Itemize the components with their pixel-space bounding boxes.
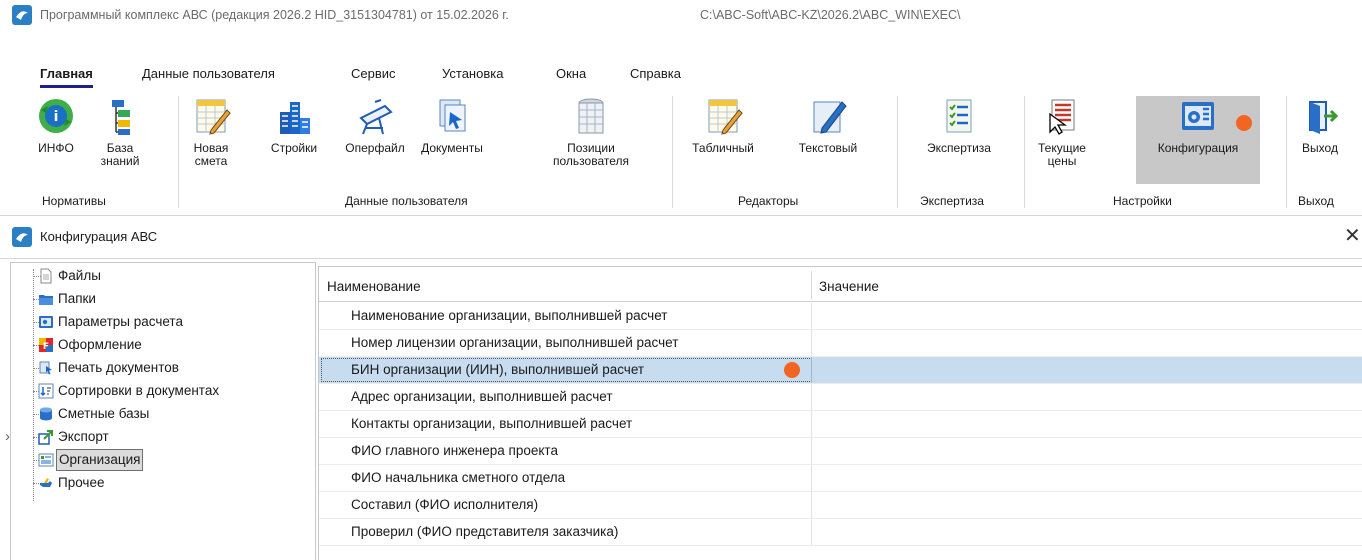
window-path: C:\ABC-Soft\ABC-KZ\2026.2\ABC_WIN\EXEC\	[700, 8, 961, 22]
buildings-icon	[280, 102, 310, 134]
chevron-right-icon[interactable]: ›	[5, 426, 10, 448]
tree-item-folders[interactable]: Папки	[11, 288, 311, 310]
exit-door-icon	[1309, 101, 1339, 134]
table-editor-icon	[708, 99, 743, 135]
table-row[interactable]: Адрес организации, выполнившей расчет	[319, 384, 1362, 411]
group-settings-label: Настройки	[1113, 194, 1172, 208]
group-expertise-label: Экспертиза	[920, 194, 984, 208]
price-list-icon	[1049, 99, 1075, 135]
folder-icon	[39, 295, 53, 305]
ribbon-separator	[897, 96, 898, 208]
info-globe-icon: i	[39, 99, 73, 133]
user-positions-button[interactable]: Позиции пользователя	[540, 96, 642, 168]
ribbon-separator	[1286, 96, 1287, 208]
operfile-button[interactable]: Оперфайл	[344, 96, 406, 155]
grid-header: Наименование Значение	[319, 267, 1362, 302]
buildings-button[interactable]: Стройки	[262, 96, 326, 155]
menu-service[interactable]: Сервис	[351, 62, 396, 86]
table-row[interactable]: Номер лицензии организации, выполнившей …	[319, 330, 1362, 357]
table-editor-button[interactable]: Табличный	[686, 96, 760, 155]
group-normatives-label: Нормативы	[42, 194, 106, 208]
menu-windows[interactable]: Окна	[556, 62, 586, 86]
print-icon	[39, 361, 52, 375]
pointer-hand-icon	[40, 478, 52, 487]
documents-button[interactable]: Документы	[413, 96, 491, 155]
window-title: Программный комплекс АВС (редакция 2026.…	[40, 8, 509, 22]
configuration-window-title: Конфигурация АВС	[40, 229, 158, 244]
table-row-selected[interactable]: БИН организации (ИИН), выполнившей расче…	[319, 357, 1362, 384]
tree-item-estimate-bases[interactable]: Сметные базы	[11, 403, 311, 425]
export-icon	[38, 430, 53, 445]
configuration-icon	[1182, 102, 1214, 130]
menu-user-data[interactable]: Данные пользователя	[142, 62, 275, 86]
column-name-header[interactable]: Наименование	[327, 267, 421, 307]
calculator-icon	[39, 316, 53, 328]
table-row[interactable]: Контакты организации, выполнившей расчет	[319, 411, 1362, 438]
sort-icon	[38, 383, 54, 399]
ribbon-separator	[672, 96, 673, 208]
title-bar: Программный комплекс АВС (редакция 2026.…	[0, 0, 1362, 58]
settings-tree: Файлы Папки Параметры расчета F Оформлен…	[5, 262, 316, 560]
spreadsheet-pencil-icon	[196, 99, 231, 135]
tree-item-export[interactable]: › Экспорт	[5, 426, 311, 448]
table-row[interactable]: Проверил (ФИО представителя заказчика)	[319, 519, 1362, 546]
info-button[interactable]: i ИНФО	[30, 96, 82, 155]
ribbon: i ИНФО База знаний Новая смета Стройки О…	[0, 92, 1362, 210]
group-user-data-label: Данные пользователя	[345, 194, 468, 208]
app-logo-icon	[12, 5, 32, 25]
tree-item-other[interactable]: Прочее	[11, 472, 311, 494]
highlight-marker	[1236, 115, 1252, 131]
current-prices-button[interactable]: Текущие цены	[1030, 96, 1094, 168]
svg-text:i: i	[54, 109, 59, 125]
menu-bar: Главная Данные пользователя Сервис Устан…	[0, 60, 1362, 88]
organization-icon	[38, 453, 54, 467]
configuration-button[interactable]: Конфигурация	[1136, 96, 1260, 184]
tree-item-sorting[interactable]: Сортировки в документах	[11, 380, 311, 402]
new-estimate-button[interactable]: Новая смета	[186, 96, 236, 168]
menu-help[interactable]: Справка	[630, 62, 681, 86]
configuration-window-header: Конфигурация АВС ✕	[0, 215, 1362, 259]
text-editor-icon	[813, 101, 847, 134]
tree-structure-icon	[112, 100, 130, 135]
tree-item-print-docs[interactable]: Печать документов	[11, 357, 311, 379]
tree-item-calc-params[interactable]: Параметры расчета	[11, 311, 311, 333]
table-row[interactable]: Составил (ФИО исполнителя)	[319, 492, 1362, 519]
group-exit-label: Выход	[1298, 194, 1334, 208]
table-row[interactable]: ФИО главного инженера проекта	[319, 438, 1362, 465]
group-editors-label: Редакторы	[738, 194, 799, 208]
ribbon-separator	[178, 96, 179, 208]
close-icon[interactable]: ✕	[1344, 224, 1361, 248]
format-icon: F	[39, 338, 53, 352]
database-icon	[40, 407, 52, 421]
drafting-table-icon	[359, 99, 393, 135]
expertise-button[interactable]: Экспертиза	[914, 96, 1004, 155]
text-editor-button[interactable]: Текстовый	[788, 96, 868, 155]
column-value-header[interactable]: Значение	[819, 267, 879, 307]
menu-install[interactable]: Установка	[442, 62, 503, 86]
ribbon-separator	[1024, 96, 1025, 208]
database-table-icon	[578, 98, 604, 134]
tree-item-files[interactable]: Файлы	[11, 265, 311, 287]
exit-button[interactable]: Выход	[1290, 96, 1350, 155]
highlight-marker	[784, 362, 800, 378]
app-logo-icon	[12, 227, 32, 247]
table-row[interactable]: Наименование организации, выполнившей ра…	[319, 303, 1362, 330]
menu-main[interactable]: Главная	[40, 62, 93, 88]
tree-item-formatting[interactable]: F Оформление	[11, 334, 311, 356]
properties-grid: Наименование Значение Наименование орган…	[318, 266, 1362, 560]
knowledge-base-button[interactable]: База знаний	[92, 96, 148, 168]
checklist-icon	[946, 99, 972, 133]
svg-text:F: F	[43, 342, 49, 352]
documents-icon	[439, 99, 466, 132]
tree-item-organization[interactable]: Организация	[11, 449, 311, 471]
table-row[interactable]: ФИО начальника сметного отдела	[319, 465, 1362, 492]
file-icon	[40, 268, 52, 284]
